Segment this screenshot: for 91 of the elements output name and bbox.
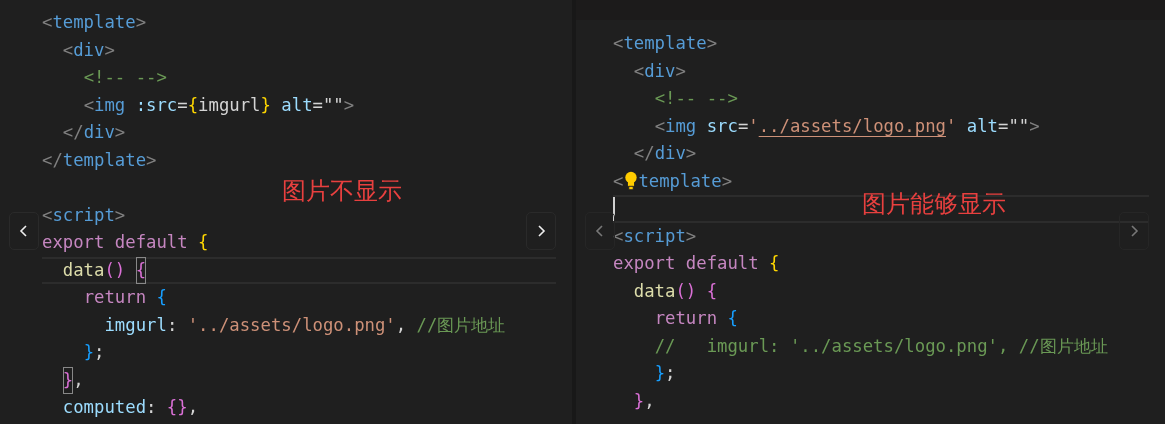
next-button[interactable] (526, 212, 556, 250)
code-token: , (187, 396, 199, 419)
code-token: > (721, 169, 733, 193)
chevron-left-icon (594, 224, 606, 238)
code-token: // imgurl: '../assets/logo.png', //图片地址 (654, 334, 1108, 358)
code-token: = (737, 114, 749, 138)
code-token: > (1029, 114, 1040, 138)
code-token: { (706, 279, 718, 303)
code-token: template (52, 11, 136, 34)
code-token: > (114, 203, 126, 227)
code-token: < (613, 32, 624, 55)
code-token: computed (62, 396, 147, 419)
code-token: } (633, 389, 645, 413)
code-token: < (42, 203, 53, 227)
chevron-left-icon (18, 224, 30, 238)
code-token: < (62, 38, 74, 62)
annotation-text: 图片能够显示 (862, 191, 1006, 218)
code-token: <!-- --> (654, 87, 738, 110)
code-token: > (114, 121, 126, 144)
code-token: } (260, 93, 271, 117)
code-token: div (644, 59, 676, 83)
code-token: return (83, 286, 148, 309)
code-token: < (83, 93, 95, 117)
code-token: > (343, 93, 355, 117)
code-token: export default (613, 252, 760, 275)
code-token: , (73, 368, 84, 392)
code-token: { (156, 286, 167, 309)
code-token: { (187, 93, 199, 117)
code-token: //图片地址 (416, 313, 506, 337)
code-token: '../assets/logo.png' (187, 313, 396, 337)
code-token: : (166, 313, 179, 337)
code-token: alt (966, 114, 998, 138)
code-token: template (638, 169, 722, 193)
code-token: ="" (312, 93, 344, 117)
code-token: > (685, 224, 697, 248)
code-token: </ (62, 121, 84, 144)
code-token: </ (42, 148, 63, 172)
code-token: {} (166, 396, 188, 419)
code-token: , (395, 313, 408, 337)
code-token: { (769, 252, 780, 275)
code-token: { (727, 307, 738, 330)
code-token: < (633, 59, 645, 83)
code-token: <!-- --> (83, 66, 167, 89)
code-token: script (52, 203, 115, 227)
code-token: img (665, 114, 697, 138)
code-token: { (198, 231, 209, 254)
code-token: > (675, 59, 686, 83)
code-token: , (644, 389, 655, 413)
code-token: div (83, 121, 115, 144)
code-token: < (654, 114, 666, 138)
code-token: > (146, 148, 157, 172)
chevron-right-icon (1128, 224, 1140, 238)
code-token: ' (945, 114, 957, 138)
code-token: data (62, 258, 105, 282)
code-token: > (706, 32, 718, 55)
code-token: img (94, 93, 126, 117)
code-token: div (654, 142, 686, 165)
code-token: : (146, 396, 158, 419)
code-token: > (135, 11, 147, 34)
code-token: } (83, 341, 95, 364)
code-token: div (73, 38, 105, 62)
code-token: () (104, 258, 127, 282)
code-token: template (623, 32, 707, 55)
code-token: :src (135, 93, 178, 117)
code-token: < (613, 169, 624, 193)
chevron-right-icon (535, 224, 547, 238)
code-token: imgurl (198, 93, 261, 117)
code-token: ' (748, 114, 759, 138)
code-token: ; (94, 341, 105, 364)
code-token: > (104, 38, 115, 62)
code-token: data (633, 279, 676, 303)
annotation-text: 图片不显示 (282, 178, 402, 205)
code-token: script (623, 224, 686, 248)
code-token: ="" (998, 114, 1030, 138)
code-token: () (675, 279, 698, 303)
code-token: ; (665, 362, 676, 385)
code-token: export default (42, 231, 189, 254)
code-token: imgurl (104, 313, 167, 337)
code-token: = (177, 93, 188, 117)
code-token: </ (633, 142, 655, 165)
code-token: return (654, 307, 719, 330)
code-token: src (706, 114, 738, 138)
code-token: > (685, 142, 697, 165)
code-token: } (654, 362, 666, 385)
code-token: template (62, 148, 147, 172)
code-token: } (62, 366, 74, 394)
code-token: alt (281, 93, 313, 117)
code-token: < (42, 11, 53, 34)
code-token: ../assets/logo.png (758, 114, 946, 138)
code-token: { (135, 256, 147, 284)
previous-button[interactable] (9, 212, 39, 250)
